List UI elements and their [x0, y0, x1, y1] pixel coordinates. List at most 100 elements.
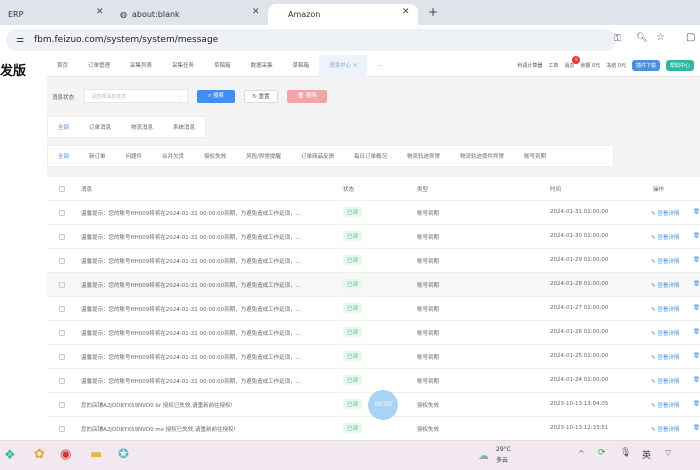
delete-icon[interactable]: 🗑: [693, 401, 700, 407]
type-tab[interactable]: 合并欠货: [152, 152, 194, 160]
tab-logistics[interactable]: 物流消息: [121, 123, 163, 131]
chrome-icon[interactable]: ◉: [60, 447, 71, 462]
nav-item[interactable]: 首页: [47, 55, 78, 77]
status-tag: 已读: [343, 351, 363, 361]
folder-icon[interactable]: ▬: [90, 447, 102, 462]
row-checkbox[interactable]: [59, 282, 65, 288]
chevron-up-icon[interactable]: ^: [578, 449, 585, 458]
status-select[interactable]: 请选择消息状态 ⌄: [84, 89, 188, 103]
type-tab[interactable]: 全部: [48, 152, 79, 160]
nav-item[interactable]: 订单管理: [78, 55, 120, 77]
view-details-link[interactable]: ✎ 查看详情: [651, 425, 679, 433]
extensions-icon[interactable]: ▢: [686, 32, 695, 43]
view-details-link[interactable]: ✎ 查看详情: [651, 401, 679, 409]
browser-tab-active[interactable]: Amazon: [268, 4, 418, 25]
type-tab[interactable]: 问题件: [116, 152, 153, 160]
close-icon[interactable]: ✕: [96, 7, 104, 17]
nav-item[interactable]: 草稿箱: [204, 55, 241, 77]
type-tabs: 全部 新订单 问题件 合并欠货 授权失效 风险/异常提醒 订单商品反馈 每日订单概况 物流轨迹异…: [47, 145, 614, 167]
tab-system[interactable]: 系统消息: [163, 123, 205, 131]
start-icon[interactable]: ❖: [4, 448, 16, 463]
view-details-link[interactable]: ✎ 查看详情: [651, 257, 679, 265]
type-tab[interactable]: 新订单: [79, 152, 116, 160]
app-icon[interactable]: ✪: [118, 447, 129, 462]
delete-icon[interactable]: 🗑: [693, 329, 700, 335]
browser-tab[interactable]: ◍ about:blank: [112, 4, 267, 25]
nav-item-active[interactable]: 消息中心 ✕: [319, 54, 368, 77]
nav-item[interactable]: 采集列表: [120, 55, 162, 77]
widgets-icon[interactable]: ✿: [34, 447, 45, 462]
ticket-link[interactable]: 工单: [548, 62, 558, 69]
view-details-link[interactable]: ✎ 查看详情: [651, 281, 679, 289]
messages-link[interactable]: 消息 9: [564, 56, 581, 69]
key-icon[interactable]: ⚿: [614, 34, 621, 44]
type-tab[interactable]: 订单商品反馈: [291, 152, 344, 160]
nav-item[interactable]: 采集任务: [162, 55, 204, 77]
plugin-download-button[interactable]: 插件下载: [631, 60, 660, 71]
balance: 余额 0元: [580, 63, 601, 69]
message-text: 您的店铺A2JODKYX59NVD0 mx 授权已失效,请重新前往授权!: [81, 427, 236, 433]
help-center-button[interactable]: 帮助中心: [665, 60, 694, 71]
tab-all[interactable]: 全部: [48, 123, 79, 131]
row-checkbox[interactable]: [59, 426, 65, 432]
zoom-icon[interactable]: 🔍︎: [636, 33, 647, 43]
view-details-link[interactable]: ✎ 查看详情: [651, 209, 679, 217]
profit-calc-link[interactable]: 利润计算器: [517, 62, 542, 69]
wifi-icon[interactable]: ⌔: [664, 448, 672, 459]
browser-tab[interactable]: ERP: [0, 4, 110, 25]
view-details-link[interactable]: ✎ 查看详情: [651, 377, 679, 385]
row-checkbox[interactable]: [59, 402, 65, 408]
chevron-down-icon: ⌄: [176, 93, 181, 99]
time-text: 2024-01-28 01:00:00: [550, 281, 609, 287]
edit-icon: ✎: [651, 379, 656, 385]
type-tab[interactable]: 账号到期: [514, 152, 556, 160]
nav-item[interactable]: 草稿箱: [283, 55, 320, 77]
type-tab[interactable]: 每日订单概况: [344, 152, 397, 160]
col-time: 时间: [550, 187, 562, 193]
row-checkbox[interactable]: [59, 258, 65, 264]
row-checkbox[interactable]: [59, 210, 65, 216]
row-checkbox[interactable]: [59, 306, 65, 312]
delete-icon[interactable]: 🗑: [693, 305, 700, 311]
site-settings-icon[interactable]: ⚌: [16, 35, 24, 45]
view-details-link[interactable]: ✎ 查看详情: [651, 329, 679, 337]
delete-button[interactable]: 🗑 删除: [287, 90, 327, 103]
recording-timer[interactable]: 00:00: [368, 390, 398, 420]
url-input[interactable]: ⚌ fbm.feizuo.com/system/system/message: [6, 29, 616, 51]
select-all-checkbox[interactable]: [59, 186, 65, 192]
delete-icon[interactable]: 🗑: [693, 377, 700, 383]
delete-icon[interactable]: 🗑: [693, 425, 700, 431]
view-details-link[interactable]: ✎ 查看详情: [651, 353, 679, 361]
type-tab[interactable]: 物流轨迹揽件异常: [450, 152, 514, 160]
mic-icon[interactable]: 🎙︎: [620, 448, 631, 458]
row-checkbox[interactable]: [59, 234, 65, 240]
tab-order[interactable]: 订单消息: [79, 123, 121, 131]
type-tab[interactable]: 风险/异常提醒: [236, 152, 291, 160]
delete-icon[interactable]: 🗑: [693, 233, 700, 239]
nav-item[interactable]: 数据采集: [241, 55, 283, 77]
ime-indicator[interactable]: 英: [642, 448, 651, 461]
nav-more[interactable]: ···: [367, 55, 392, 77]
delete-icon[interactable]: 🗑: [693, 281, 700, 287]
delete-icon[interactable]: 🗑: [693, 209, 700, 215]
star-icon[interactable]: ☆: [656, 32, 665, 43]
close-icon[interactable]: ✕: [402, 7, 410, 17]
sync-icon[interactable]: ⟳: [598, 448, 606, 458]
row-checkbox[interactable]: [59, 330, 65, 336]
search-button[interactable]: ⌕ 搜索: [197, 90, 235, 103]
message-text: 您的店铺A2JODKYX59NVD0 br 授权已失效,请重新前往授权!: [81, 403, 233, 409]
new-tab-icon[interactable]: +: [428, 5, 438, 19]
type-tab[interactable]: 物流轨迹异常: [397, 152, 450, 160]
taskbar: ❖ ✿ ◉ ▬ ✪ ☁ 29°C 多云 ^ ⟳ 🎙︎ 英 ⌔: [0, 440, 700, 470]
delete-icon[interactable]: 🗑: [693, 257, 700, 263]
address-bar-area: ⚌ fbm.feizuo.com/system/system/message ⚿ …: [0, 25, 700, 55]
time-text: 2024-01-24 01:00:00: [550, 377, 609, 383]
view-details-link[interactable]: ✎ 查看详情: [651, 305, 679, 313]
row-checkbox[interactable]: [59, 378, 65, 384]
view-details-link[interactable]: ✎ 查看详情: [651, 233, 679, 241]
row-checkbox[interactable]: [59, 354, 65, 360]
reset-button[interactable]: ↻ 重置: [244, 90, 278, 103]
type-tab[interactable]: 授权失效: [194, 152, 236, 160]
delete-icon[interactable]: 🗑: [693, 353, 700, 359]
close-icon[interactable]: ✕: [252, 7, 260, 17]
